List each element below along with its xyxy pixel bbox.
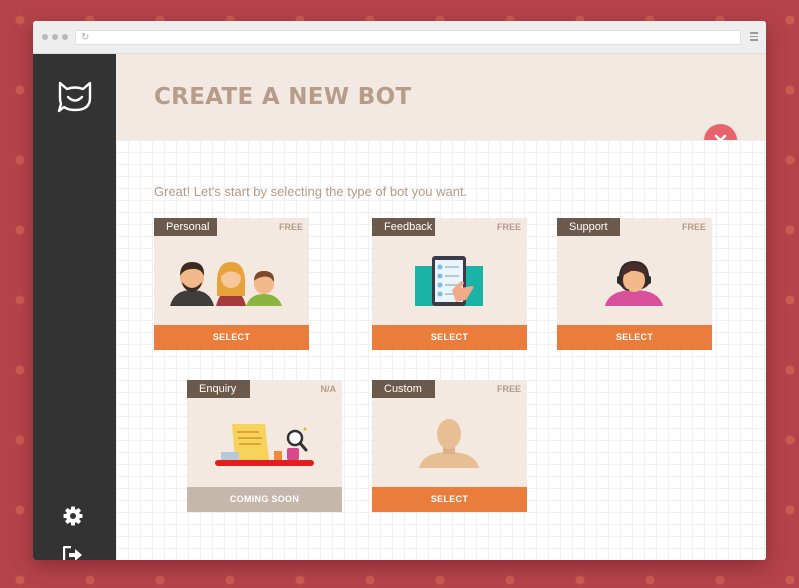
window-dot[interactable] <box>52 34 58 40</box>
browser-toolbar: ↻ <box>33 21 766 54</box>
address-bar[interactable]: ↻ <box>75 30 741 45</box>
logout-icon[interactable] <box>63 546 83 560</box>
window-controls <box>42 34 68 40</box>
card-price: FREE <box>496 384 521 394</box>
gear-icon[interactable] <box>63 506 83 526</box>
window-dot[interactable] <box>62 34 68 40</box>
main-content: Great! Let's start by selecting the type… <box>116 140 766 560</box>
people-group-illustration <box>170 262 282 306</box>
reload-icon[interactable]: ↻ <box>81 31 89 44</box>
bot-card-support: Support FREE SELECT <box>557 218 712 350</box>
bot-card-personal: Personal FREE SELECT <box>154 218 309 350</box>
select-button-support[interactable]: SELECT <box>557 325 712 350</box>
card-title: Enquiry <box>187 380 250 398</box>
sidebar <box>33 54 116 560</box>
select-button-feedback[interactable]: SELECT <box>372 325 527 350</box>
window-dot[interactable] <box>42 34 48 40</box>
select-button-personal[interactable]: SELECT <box>154 325 309 350</box>
select-button-custom[interactable]: SELECT <box>372 487 527 512</box>
card-price: FREE <box>496 222 521 232</box>
documents-search-illustration <box>215 424 314 466</box>
card-title: Custom <box>372 380 435 398</box>
menu-icon[interactable] <box>750 32 758 41</box>
card-title: Personal <box>154 218 217 236</box>
coming-soon-button-enquiry: COMING SOON <box>187 487 342 512</box>
card-title: Support <box>557 218 620 236</box>
bot-card-enquiry: Enquiry N/A COMING SOON <box>187 380 342 512</box>
instructions-text: Great! Let's start by selecting the type… <box>154 184 468 199</box>
page-title: CREATE A NEW BOT <box>154 84 412 110</box>
bot-card-feedback: Feedback FREE SELECT <box>372 218 527 350</box>
card-price: FREE <box>681 222 706 232</box>
card-title: Feedback <box>372 218 435 236</box>
tablet-feedback-illustration <box>415 256 483 306</box>
chat-logo-icon[interactable] <box>56 80 94 114</box>
person-silhouette-illustration <box>419 419 479 468</box>
support-agent-illustration <box>605 260 663 306</box>
page-header: CREATE A NEW BOT <box>116 54 766 140</box>
card-price: FREE <box>278 222 303 232</box>
bot-card-custom: Custom FREE SELECT <box>372 380 527 512</box>
browser-window: ↻ CREATE A NEW BOT Great! Let's start by… <box>33 21 766 560</box>
card-price: N/A <box>320 384 337 394</box>
